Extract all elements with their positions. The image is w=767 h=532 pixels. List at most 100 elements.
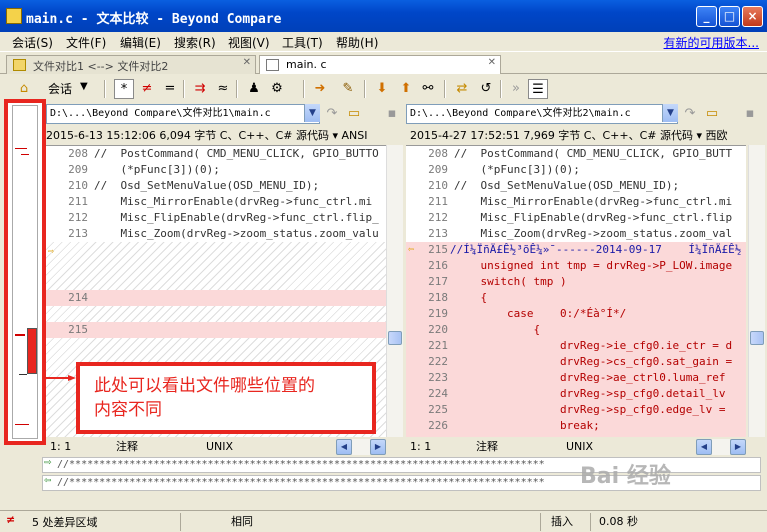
code-line: 208// PostCommand( CMD_MENU_CLICK, GPIO_… xyxy=(428,147,733,160)
tab-close-icon[interactable]: ✕ xyxy=(488,57,496,68)
show-diffs-button[interactable]: ≠ xyxy=(137,79,157,99)
overview-diff-mark xyxy=(19,374,27,375)
scroll-right-arrow-icon[interactable]: ▶ xyxy=(370,439,386,455)
code-line: 210// Osd_SetMenuValue(OSD_MENU_ID); xyxy=(428,179,680,192)
code-line: 226 break; xyxy=(428,419,600,432)
left-path-input[interactable]: D:\...\Beyond Compare\文件对比1\main.c xyxy=(46,104,320,124)
annotation-arrow xyxy=(46,375,76,381)
format-gear-icon[interactable]: ⚙ xyxy=(267,79,287,99)
file-compare-icon xyxy=(266,59,279,71)
left-history-icon[interactable]: ↷ xyxy=(322,104,342,124)
right-line-ending: UNIX xyxy=(566,440,594,453)
left-syntax-type: 注释 xyxy=(116,440,138,453)
app-icon xyxy=(6,8,22,24)
annotation-line-1: 此处可以看出文件哪些位置的 xyxy=(94,376,315,396)
code-line: 217 switch( tmp ) xyxy=(428,275,567,288)
chevron-down-icon[interactable]: ▼ xyxy=(80,81,88,92)
show-all-button[interactable]: * xyxy=(114,79,134,99)
toolbar-separator xyxy=(236,80,238,98)
overview-viewport-diff xyxy=(27,328,37,374)
right-text-pane[interactable]: 208// PostCommand( CMD_MENU_CLICK, GPIO_… xyxy=(406,145,746,437)
left-vertical-scrollbar[interactable] xyxy=(386,145,403,437)
folder-compare-icon xyxy=(13,59,26,71)
code-line: 221 drvReg->ie_cfg0.ie_ctr = d xyxy=(428,339,733,352)
prev-diff-up-icon[interactable]: ⬆ xyxy=(396,79,416,99)
right-open-folder-icon[interactable]: ▭ xyxy=(702,104,722,124)
difference-overview-thumbnail[interactable] xyxy=(4,99,46,445)
window-title: main.c - 文本比较 - Beyond Compare xyxy=(26,12,282,27)
copy-right-icon[interactable]: ➜ xyxy=(310,79,330,99)
code-line: 218 { xyxy=(428,291,488,304)
right-history-icon[interactable]: ↷ xyxy=(680,104,700,124)
menu-edit[interactable]: 编辑(E) xyxy=(120,34,161,51)
rules-person-icon[interactable]: ♟ xyxy=(244,79,264,99)
right-path-input[interactable]: D:\...\Beyond Compare\文件对比2\main.c xyxy=(406,104,678,124)
diff-arrow-icon: ⇨ xyxy=(48,246,55,257)
refresh-icon[interactable]: ↺ xyxy=(476,79,496,99)
code-line: 213 Misc_Zoom(drvReg->zoom_status.zoom_v… xyxy=(68,227,379,240)
swap-sides-icon[interactable]: ⇄ xyxy=(452,79,472,99)
menu-tools[interactable]: 工具(T) xyxy=(282,34,323,51)
diff-count-icon: ≠ xyxy=(6,513,16,526)
expand-icon[interactable]: » xyxy=(506,79,526,99)
code-line: 223 drvReg->ae_ctrl0.luma_ref xyxy=(428,371,726,384)
menu-help[interactable]: 帮助(H) xyxy=(336,34,378,51)
minimize-button[interactable]: _ xyxy=(696,6,717,27)
scroll-left-arrow-icon[interactable]: ◀ xyxy=(696,439,712,455)
tab-main-c[interactable]: main. c ✕ xyxy=(259,55,501,74)
menu-file[interactable]: 文件(F) xyxy=(66,34,106,51)
annotation-line-2: 内容不同 xyxy=(94,400,162,420)
diff-line: 215 xyxy=(46,322,386,338)
tab-folder-compare[interactable]: 文件对比1 <--> 文件对比2 ✕ xyxy=(6,55,256,74)
close-button[interactable]: × xyxy=(742,6,763,27)
scroll-left-arrow-icon[interactable]: ◀ xyxy=(336,439,352,455)
chevron-down-icon[interactable]: ▼ xyxy=(304,104,320,122)
right-file-info: 2015-4-27 17:52:51 7,969 字节 C、C++、C# 源代码… xyxy=(410,129,728,142)
update-available-link[interactable]: 有新的可用版本... xyxy=(664,34,759,51)
tab-label: main. c xyxy=(286,58,327,71)
overview-diff-mark xyxy=(15,334,25,336)
scroll-thumb[interactable] xyxy=(388,331,402,345)
menu-search[interactable]: 搜索(R) xyxy=(174,34,216,51)
menu-session[interactable]: 会话(S) xyxy=(12,34,53,51)
scroll-thumb[interactable] xyxy=(750,331,764,345)
find-binoculars-icon[interactable]: ⚯ xyxy=(418,79,438,99)
details-panel-icon[interactable]: ☰ xyxy=(528,79,548,99)
code-line: 210// Osd_SetMenuValue(OSD_MENU_ID); xyxy=(68,179,320,192)
toolbar-separator xyxy=(303,80,305,98)
code-line: 212 Misc_FlipEnable(drvReg->func_ctrl.fl… xyxy=(68,211,379,224)
context-button[interactable]: ⇉ xyxy=(190,79,210,99)
tab-close-icon[interactable]: ✕ xyxy=(243,57,251,68)
menu-view[interactable]: 视图(V) xyxy=(228,34,270,51)
right-path-bar: D:\...\Beyond Compare\文件对比2\main.c ▼ ↷ ▭… xyxy=(406,104,767,124)
code-line: 209 (*pFunc[3])(0); xyxy=(68,163,220,176)
toolbar: ⌂ 会话 ▼ * ≠ = ⇉ ≈ ♟ ⚙ ➜ ✎ ⬇ ⬆ ⚯ ⇄ ↺ » ☰ xyxy=(0,75,767,102)
diff-arrow-icon: ⇦ xyxy=(408,244,415,255)
edit-pencil-icon[interactable]: ✎ xyxy=(338,79,358,99)
next-diff-down-icon[interactable]: ⬇ xyxy=(372,79,392,99)
minor-diffs-button[interactable]: ≈ xyxy=(213,79,233,99)
right-save-icon[interactable]: ▪ xyxy=(740,104,760,124)
code-line: 213 Misc_Zoom(drvReg->zoom_status.zoom_v… xyxy=(428,227,733,240)
scroll-right-arrow-icon[interactable]: ▶ xyxy=(730,439,746,455)
code-line: 225 drvReg->sp_cfg0.edge_lv = xyxy=(428,403,726,416)
show-same-button[interactable]: = xyxy=(160,79,180,99)
diff-line: 214 xyxy=(46,290,386,306)
menu-bar: 会话(S) 文件(F) 编辑(E) 搜索(R) 视图(V) 工具(T) 帮助(H… xyxy=(0,32,767,52)
left-horizontal-scroll-track[interactable] xyxy=(352,439,370,455)
tab-bar: 文件对比1 <--> 文件对比2 ✕ main. c ✕ xyxy=(0,53,767,74)
code-line: 209 (*pFunc[3])(0); xyxy=(428,163,580,176)
home-icon[interactable]: ⌂ xyxy=(14,79,34,99)
right-syntax-type: 注释 xyxy=(476,440,498,453)
baidu-watermark: Bai 经验 xyxy=(580,464,671,489)
diff-count: 5 处差异区域 xyxy=(32,516,98,529)
right-pane-status: 1: 1 注释 UNIX xyxy=(406,439,696,455)
right-vertical-scrollbar[interactable] xyxy=(748,145,765,437)
maximize-button[interactable]: □ xyxy=(719,6,740,27)
right-horizontal-scroll-track[interactable] xyxy=(712,439,730,455)
left-open-folder-icon[interactable]: ▭ xyxy=(344,104,364,124)
left-save-icon[interactable]: ▪ xyxy=(382,104,402,124)
session-menu-button[interactable]: 会话 xyxy=(48,80,72,97)
edit-mode: 插入 xyxy=(540,513,590,531)
chevron-down-icon[interactable]: ▼ xyxy=(662,104,678,122)
